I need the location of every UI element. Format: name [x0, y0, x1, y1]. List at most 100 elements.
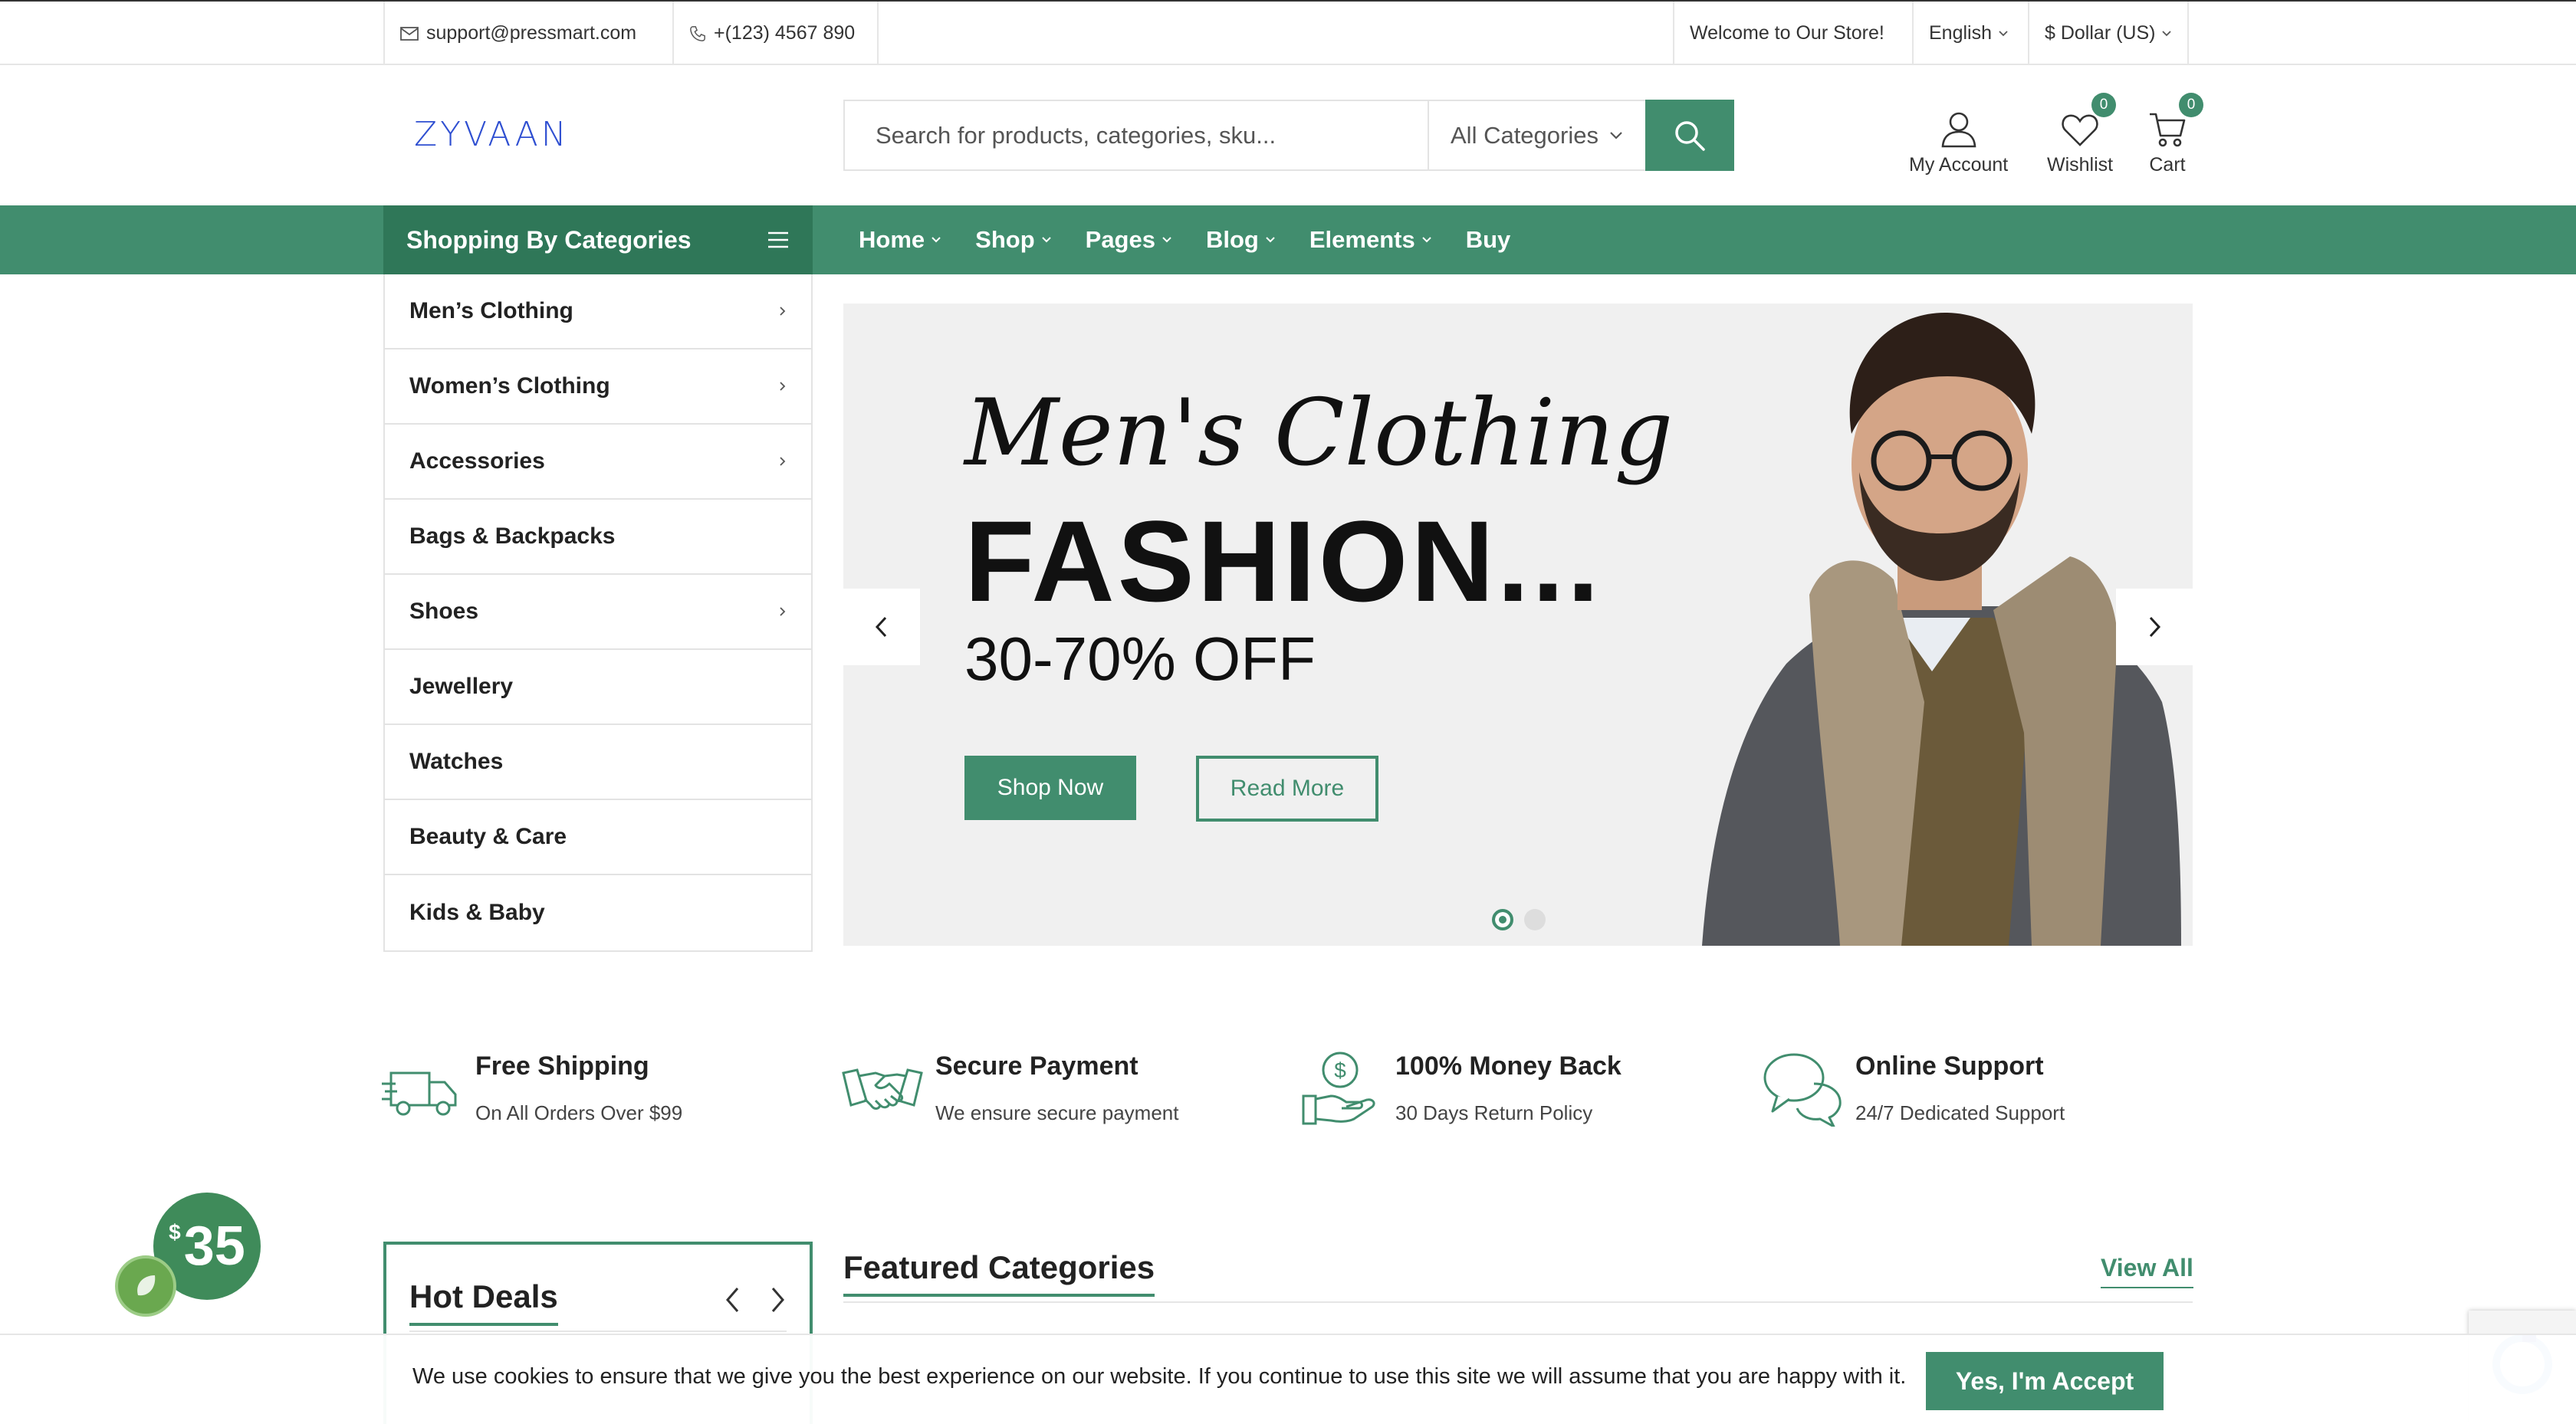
my-account-label: My Account	[1909, 154, 2009, 176]
slider-dot-2[interactable]	[1524, 909, 1546, 930]
search-icon	[1675, 120, 1705, 151]
site-logo[interactable]: ZYVAAN	[414, 115, 570, 154]
sidebar-item-shoes[interactable]: Shoes	[385, 575, 811, 650]
feature-title: Free Shipping	[475, 1052, 649, 1081]
categories-menu-toggle[interactable]: Shopping By Categories	[383, 205, 813, 274]
mail-icon	[400, 26, 419, 41]
chevron-right-icon	[780, 307, 786, 316]
featured-categories-divider	[843, 1301, 2193, 1303]
sidebar-item-label: Kids & Baby	[409, 900, 545, 925]
feature-subtitle: We ensure secure payment	[935, 1101, 1179, 1124]
hot-deals-title: Hot Deals	[409, 1278, 558, 1326]
nav-item-shop[interactable]: Shop	[975, 226, 1052, 254]
hot-deals-prev-icon[interactable]	[724, 1286, 741, 1314]
main-navbar: Shopping By Categories Home Shop Pages B…	[0, 205, 2576, 274]
nav-item-label: Elements	[1309, 226, 1415, 253]
chevron-right-icon	[780, 457, 786, 466]
nav-item-blog[interactable]: Blog	[1206, 226, 1276, 254]
hot-deals-arrows	[724, 1286, 787, 1314]
slider-next-button[interactable]	[2116, 589, 2193, 665]
nav-item-home[interactable]: Home	[859, 226, 941, 254]
welcome-label: Welcome to Our Store!	[1690, 22, 1884, 44]
feature-secure-payment: Secure Payment We ensure secure payment	[840, 1050, 1178, 1127]
my-account-link[interactable]: My Account	[1909, 103, 2008, 176]
sidebar-item-kids-baby[interactable]: Kids & Baby	[385, 875, 811, 950]
top-bar: support@pressmart.com +(123) 4567 890 We…	[0, 0, 2576, 65]
promo-badge[interactable]: $ 35	[115, 1193, 268, 1317]
featured-categories-title: Featured Categories	[843, 1249, 1155, 1297]
nav-item-elements[interactable]: Elements	[1309, 226, 1432, 254]
money-back-icon: $	[1302, 1052, 1375, 1125]
chevron-right-icon	[2149, 616, 2161, 638]
cookie-accept-button[interactable]: Yes, I'm Accept	[1926, 1352, 2164, 1410]
search-input[interactable]	[845, 101, 1428, 169]
chat-icon	[1763, 1053, 1842, 1127]
sidebar-item-label: Bags & Backpacks	[409, 523, 616, 549]
nav-item-pages[interactable]: Pages	[1086, 226, 1172, 254]
shop-now-button[interactable]: Shop Now	[964, 756, 1136, 820]
currency-select[interactable]: $ Dollar (US)	[2028, 2, 2190, 65]
feature-free-shipping: Free Shipping On All Orders Over $99	[380, 1050, 682, 1127]
chevron-down-icon	[1162, 237, 1171, 243]
read-more-button[interactable]: Read More	[1196, 756, 1378, 822]
feature-title: Secure Payment	[935, 1052, 1138, 1081]
support-email: support@pressmart.com	[426, 22, 637, 44]
sidebar-item-watches[interactable]: Watches	[385, 725, 811, 800]
chevron-left-icon	[875, 616, 887, 638]
support-email-link[interactable]: support@pressmart.com	[383, 2, 652, 65]
nav-item-buy[interactable]: Buy	[1466, 226, 1511, 254]
feature-online-support: Online Support 24/7 Dedicated Support	[1760, 1050, 2065, 1127]
cookie-message: We use cookies to ensure that we give yo…	[412, 1364, 1907, 1389]
hero-script-title: Men's Clothing	[964, 380, 1674, 487]
truck-icon	[382, 1071, 457, 1116]
sidebar-item-womens-clothing[interactable]: Women’s Clothing	[385, 349, 811, 425]
sidebar-item-label: Watches	[409, 749, 504, 774]
view-all-link[interactable]: View All	[2101, 1254, 2193, 1288]
chevron-down-icon	[1421, 237, 1431, 243]
cart-count-badge: 0	[2179, 93, 2203, 117]
slider-prev-button[interactable]	[843, 589, 920, 665]
wishlist-link[interactable]: 0 Wishlist	[2047, 93, 2117, 176]
hot-deals-divider	[409, 1330, 787, 1332]
nav-item-label: Pages	[1085, 226, 1155, 253]
hamburger-icon	[768, 231, 788, 248]
sidebar-item-bags-backpacks[interactable]: Bags & Backpacks	[385, 500, 811, 575]
category-select-label: All Categories	[1451, 121, 1598, 149]
nav-item-label: Home	[859, 226, 925, 253]
svg-text:$: $	[1334, 1058, 1346, 1082]
feature-subtitle: 24/7 Dedicated Support	[1855, 1101, 2065, 1124]
wishlist-label: Wishlist	[2047, 154, 2114, 176]
sidebar-item-beauty-care[interactable]: Beauty & Care	[385, 800, 811, 875]
category-select[interactable]: All Categories	[1428, 101, 1645, 169]
chevron-down-icon	[1041, 237, 1051, 243]
hot-deals-next-icon[interactable]	[770, 1286, 787, 1314]
feature-subtitle: 30 Days Return Policy	[1395, 1101, 1593, 1124]
promo-currency: $	[169, 1220, 181, 1244]
sidebar-item-accessories[interactable]: Accessories	[385, 425, 811, 500]
categories-sidebar: Men’s Clothing Women’s Clothing Accessor…	[383, 274, 813, 952]
chevron-down-icon	[1610, 131, 1622, 139]
cart-link[interactable]: 0 Cart	[2148, 93, 2203, 176]
heart-icon	[2062, 114, 2098, 146]
search-bar: All Categories	[843, 100, 1734, 171]
cookie-bar: We use cookies to ensure that we give yo…	[0, 1334, 2576, 1424]
search-button[interactable]	[1645, 100, 1734, 171]
sidebar-item-mens-clothing[interactable]: Men’s Clothing	[385, 274, 811, 349]
user-icon	[1941, 112, 1976, 148]
support-phone-link[interactable]: +(123) 4567 890	[672, 2, 870, 65]
welcome-text: Welcome to Our Store!	[1673, 2, 1900, 65]
sidebar-item-label: Beauty & Care	[409, 824, 567, 849]
sidebar-item-label: Women’s Clothing	[409, 373, 610, 399]
language-label: English	[1929, 22, 1992, 44]
nav-links: Home Shop Pages Blog Elements Buy	[859, 205, 1544, 274]
chevron-right-icon	[780, 382, 786, 391]
chevron-right-icon	[780, 607, 786, 616]
language-select[interactable]: English	[1912, 2, 2024, 65]
hero-model-image	[1702, 312, 2181, 946]
phone-icon	[690, 25, 705, 41]
chevron-down-icon	[2162, 30, 2172, 36]
slider-dot-1[interactable]	[1492, 909, 1513, 930]
slider-dots	[1492, 909, 1546, 930]
sidebar-item-jewellery[interactable]: Jewellery	[385, 650, 811, 725]
sidebar-item-label: Shoes	[409, 599, 479, 624]
